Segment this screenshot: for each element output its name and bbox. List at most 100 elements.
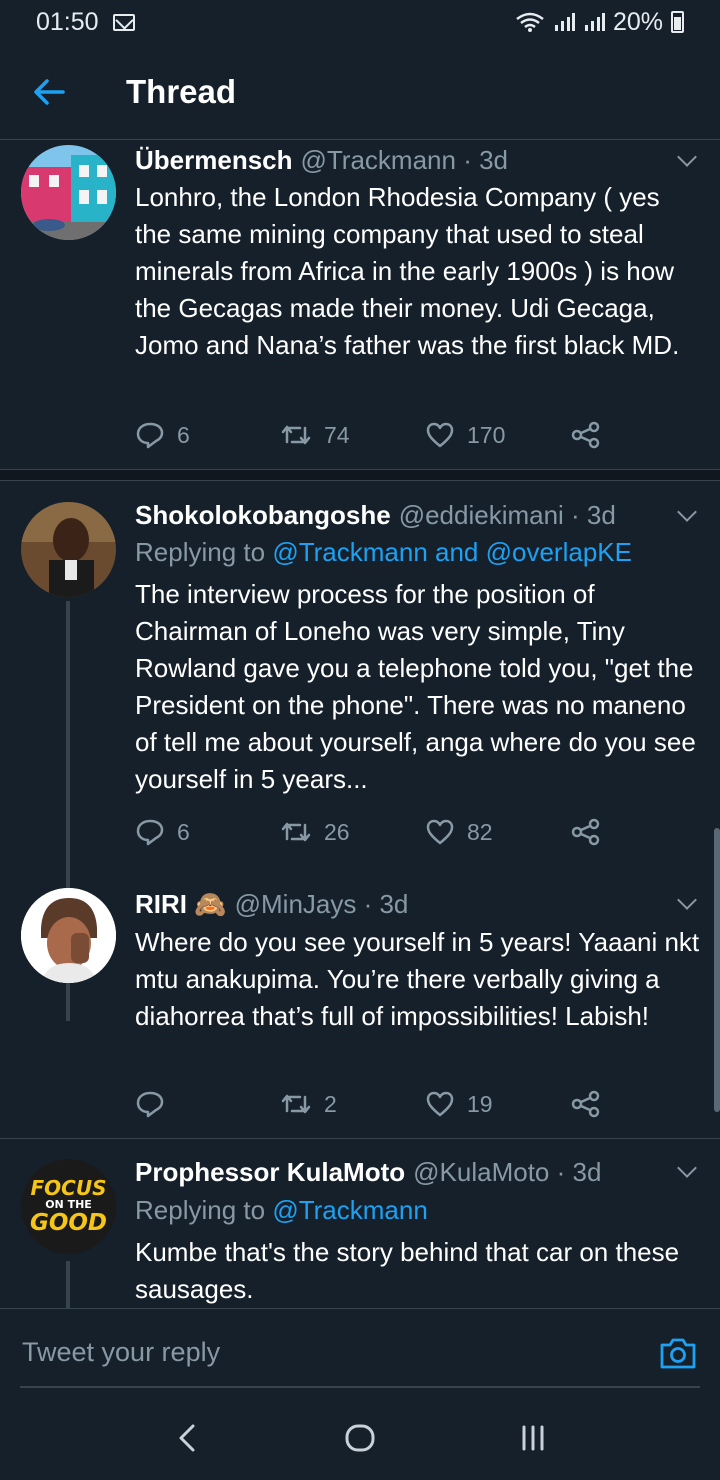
back-arrow-icon [34,78,65,105]
reply-icon [136,819,164,846]
handle-time[interactable]: @MinJays · 3d [235,887,409,921]
share-button[interactable] [571,417,601,453]
chevron-down-icon[interactable] [677,890,697,910]
thread-feed[interactable]: Übermensch @Trackmann · 3d Lonhro, the L… [0,140,720,1308]
heart-icon [426,819,454,845]
tweet-text: The interview process for the position o… [135,579,696,794]
retweet-count: 74 [324,421,350,448]
replying-link[interactable]: @Trackmann [272,1195,427,1225]
share-icon [571,818,600,846]
tweet-text: Kumbe that's the story behind that car o… [135,1237,680,1304]
retweet-button[interactable]: 26 [280,814,350,850]
status-left: 01:50 [36,8,135,37]
wifi-icon [516,12,544,32]
replying-label: Replying to [135,1195,266,1225]
battery-icon [671,11,684,33]
tweet[interactable]: RIRI 🙈 @MinJays · 3d Where do you see yo… [0,871,720,1139]
reply-button[interactable]: 6 [135,417,190,453]
back-button[interactable] [0,44,98,140]
tweet[interactable]: Übermensch @Trackmann · 3d Lonhro, the L… [0,140,720,470]
tweet-text: Lonhro, the London Rhodesia Company ( ye… [135,182,680,360]
tweet-header: Prophessor KulaMoto @KulaMoto · 3d [135,1155,601,1189]
reply-icon [136,1091,164,1118]
app-header: Thread [0,44,720,140]
tweet-header: RIRI 🙈 @MinJays · 3d [135,887,408,921]
chevron-down-icon[interactable] [677,147,697,167]
reply-count: 6 [177,421,190,448]
heart-icon [426,422,454,448]
avatar-text-line: GOOD [29,1210,108,1236]
replying-to: Replying to @Trackmann and @overlapKE [135,534,632,570]
tweet[interactable]: FOCUS ON THE GOOD Prophessor KulaMoto @K… [0,1139,720,1308]
display-name[interactable]: Übermensch [135,143,293,177]
tweet-reply-input[interactable] [22,1324,658,1381]
reply-icon [136,422,164,449]
handle-time[interactable]: @eddiekimani · 3d [399,498,616,532]
reply-count: 6 [177,818,190,845]
retweet-icon [281,822,311,842]
like-count: 82 [467,818,493,845]
tweet-actions: 6 26 82 [135,814,615,850]
replying-link[interactable]: @Trackmann and @overlapKE [272,537,632,567]
heart-icon [426,1091,454,1117]
handle-time[interactable]: @Trackmann · 3d [301,143,509,177]
battery-percent: 20% [612,7,663,36]
avatar[interactable] [21,502,116,597]
display-name[interactable]: RIRI 🙈 [135,887,227,921]
chevron-down-icon[interactable] [677,502,697,522]
scrollbar[interactable] [714,828,720,1112]
reply-button[interactable] [135,1086,177,1122]
camera-button[interactable] [658,1335,698,1371]
reply-bar [0,1308,720,1396]
tweet[interactable]: Shokolokobangoshe @eddiekimani · 3d Repl… [0,481,720,1021]
share-button[interactable] [571,1086,601,1122]
signal-icon-2 [584,13,605,31]
nav-home-icon [345,1424,375,1452]
chevron-down-icon[interactable] [677,1158,697,1178]
reply-button[interactable]: 6 [135,814,190,850]
status-bar: 01:50 20% [0,0,720,44]
like-button[interactable]: 82 [425,814,493,850]
nav-back-button[interactable] [147,1408,227,1468]
page-title: Thread [126,72,237,110]
replying-label: Replying to [135,537,266,567]
signal-icon-1 [554,13,575,31]
nav-recents-icon [522,1425,544,1451]
camera-icon [660,1338,696,1368]
tweet-actions: 2 19 [135,1086,615,1122]
status-right: 20% [515,8,684,37]
retweet-count: 2 [324,1090,337,1117]
reply-input-underline [20,1386,700,1388]
replying-to: Replying to @Trackmann [135,1192,428,1228]
nav-home-button[interactable] [320,1408,400,1468]
thread-connector-line [66,1261,70,1308]
nav-back-icon [179,1424,195,1452]
status-time: 01:50 [36,7,99,36]
avatar[interactable]: FOCUS ON THE GOOD [21,1159,116,1254]
like-button[interactable]: 170 [425,417,505,453]
avatar[interactable] [21,145,116,240]
mail-notification-icon [112,13,135,31]
retweet-icon [281,425,311,445]
tweet-actions: 6 74 170 [135,417,615,453]
retweet-button[interactable]: 2 [280,1086,337,1122]
share-icon [571,421,600,449]
tweet-header: Shokolokobangoshe @eddiekimani · 3d [135,498,616,532]
like-count: 170 [467,421,506,448]
tweet-text: Where do you see yourself in 5 years! Ya… [135,927,700,1031]
like-button[interactable]: 19 [425,1086,493,1122]
tweet-divider [0,469,720,481]
retweet-icon [281,1094,311,1114]
display-name[interactable]: Prophessor KulaMoto [135,1155,405,1189]
display-name[interactable]: Shokolokobangoshe [135,498,391,532]
retweet-button[interactable]: 74 [280,417,350,453]
share-button[interactable] [571,814,601,850]
avatar[interactable] [21,888,116,983]
nav-recents-button[interactable] [493,1408,573,1468]
retweet-count: 26 [324,818,350,845]
tweet-header: Übermensch @Trackmann · 3d [135,143,508,177]
share-icon [571,1090,600,1118]
avatar-text-line: FOCUS [30,1176,107,1200]
like-count: 19 [467,1090,493,1117]
handle-time[interactable]: @KulaMoto · 3d [413,1155,601,1189]
